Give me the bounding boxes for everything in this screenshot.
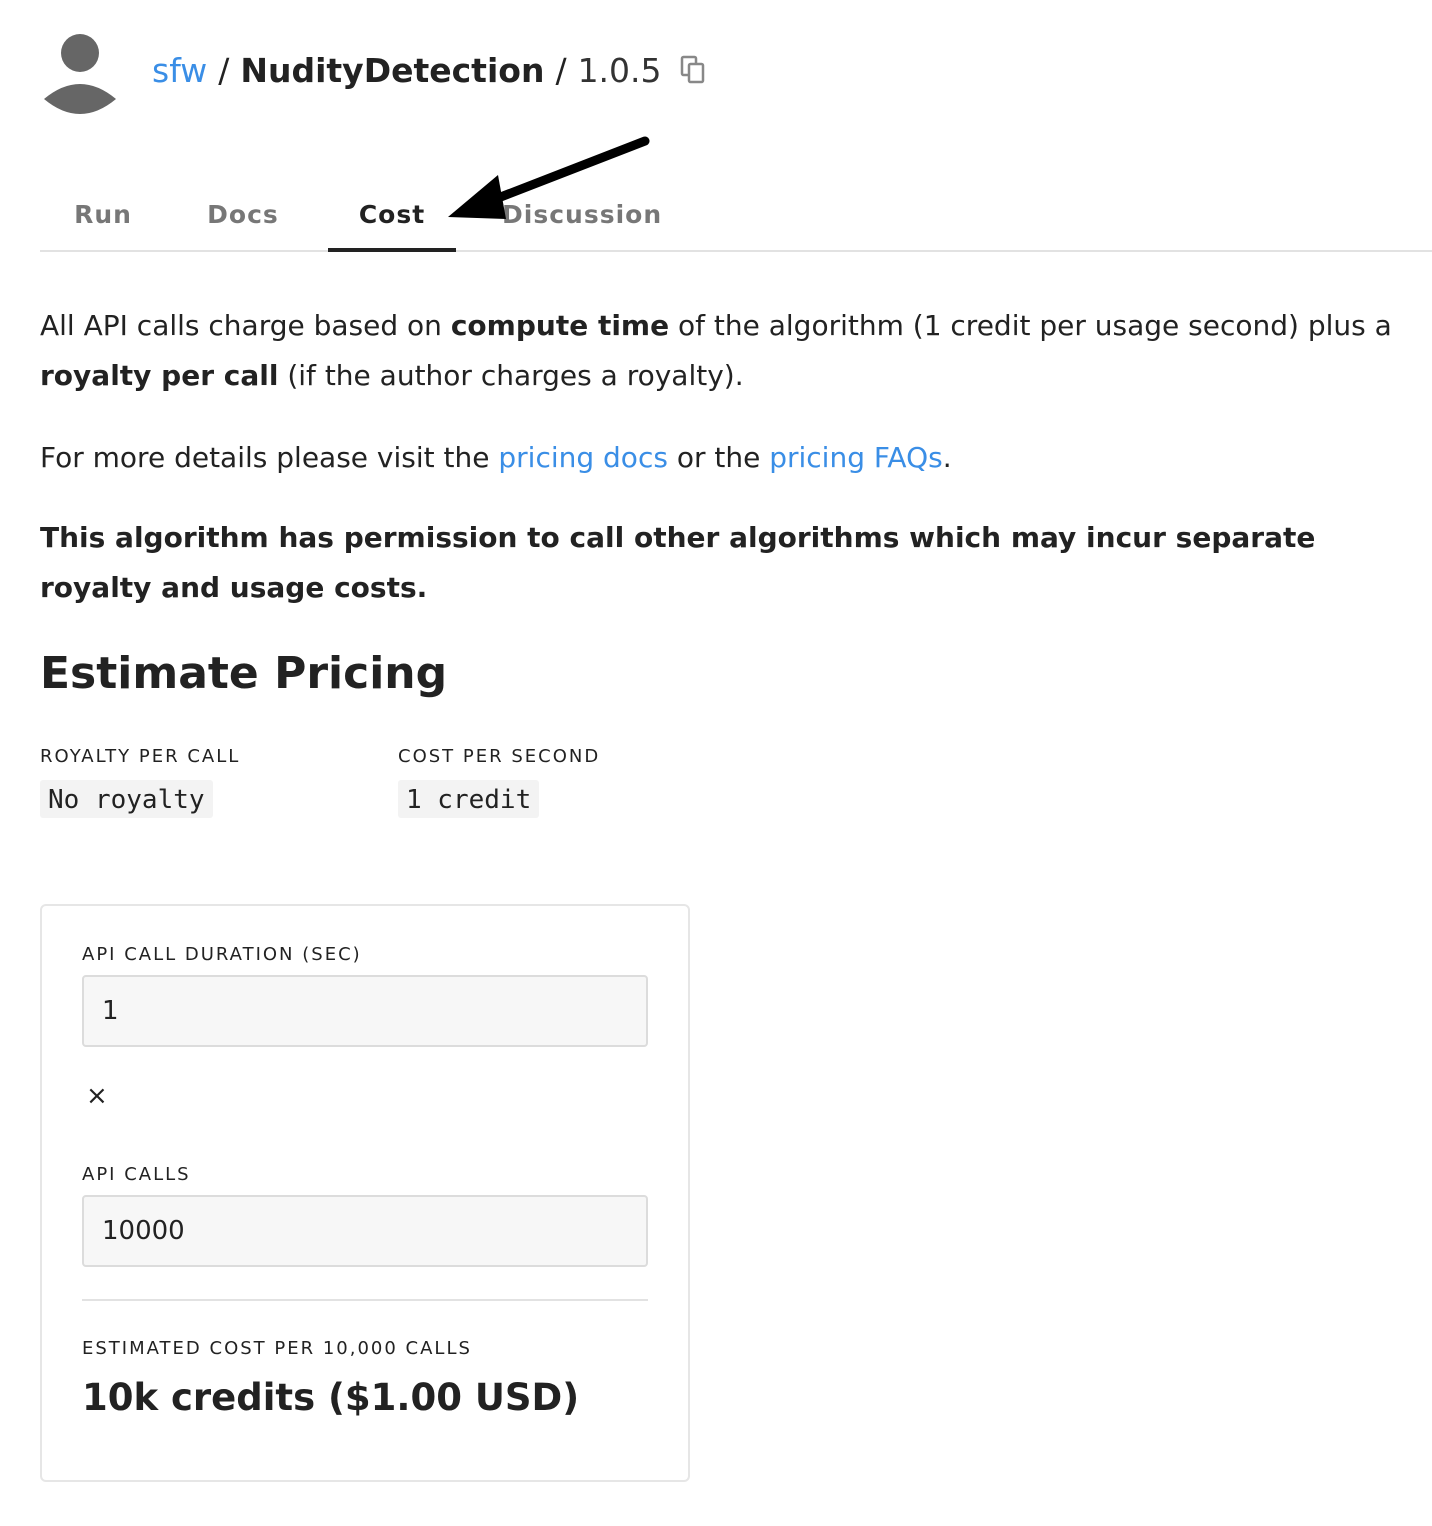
duration-label: API CALL DURATION (SEC) — [82, 944, 362, 965]
royalty-emphasis: royalty per call — [40, 359, 279, 392]
intro-text: All API calls charge based on — [40, 309, 451, 342]
multiply-icon: × — [86, 1081, 108, 1111]
breadcrumb-separator: / — [555, 50, 567, 90]
cost-intro-paragraph: All API calls charge based on compute ti… — [40, 301, 1410, 401]
algorithm-version: 1.0.5 — [577, 50, 662, 90]
pricing-faqs-link[interactable]: pricing FAQs — [769, 441, 942, 474]
compute-time-emphasis: compute time — [450, 309, 670, 342]
tab-run[interactable]: Run — [70, 178, 136, 252]
tab-cost[interactable]: Cost — [328, 178, 456, 252]
tab-bar: Run Docs Cost Discussion — [40, 178, 1432, 252]
breadcrumb-separator: / — [218, 50, 230, 90]
intro-text: of the algorithm (1 credit per usage sec… — [669, 309, 1392, 342]
details-text: For more details please visit the — [40, 441, 499, 474]
intro-text: (if the author charges a royalty). — [278, 359, 744, 392]
breadcrumb: sfw / NudityDetection / 1.0.5 — [152, 48, 706, 92]
cost-page: sfw / NudityDetection / 1.0.5 Run Docs C… — [0, 0, 1432, 1526]
divider — [82, 1299, 648, 1301]
cost-per-second-label: COST PER SECOND — [398, 746, 601, 767]
api-calls-label: API CALLS — [82, 1164, 191, 1185]
user-avatar-icon — [44, 34, 116, 114]
annotation-arrow-icon — [448, 136, 650, 219]
estimated-cost-value: 10k credits ($1.00 USD) — [82, 1376, 580, 1419]
estimate-pricing-heading: Estimate Pricing — [40, 648, 448, 699]
pricing-calculator-card: API CALL DURATION (SEC) × API CALLS ESTI… — [40, 904, 690, 1482]
estimated-cost-label: ESTIMATED COST PER 10,000 CALLS — [82, 1338, 472, 1359]
owner-link[interactable]: sfw — [152, 51, 207, 90]
cost-per-second-value: 1 credit — [398, 780, 540, 818]
duration-input[interactable] — [82, 975, 648, 1047]
details-text: . — [942, 441, 952, 474]
details-paragraph: For more details please visit the pricin… — [40, 433, 1410, 483]
pricing-docs-link[interactable]: pricing docs — [498, 441, 668, 474]
permission-warning: This algorithm has permission to call ot… — [40, 521, 1316, 604]
algorithm-name: NudityDetection — [240, 50, 545, 90]
details-text: or the — [667, 441, 770, 474]
royalty-label: ROYALTY PER CALL — [40, 746, 241, 767]
api-calls-input[interactable] — [82, 1195, 648, 1267]
tab-docs[interactable]: Docs — [206, 178, 280, 252]
royalty-value: No royalty — [40, 780, 213, 818]
copy-icon[interactable] — [680, 55, 706, 85]
